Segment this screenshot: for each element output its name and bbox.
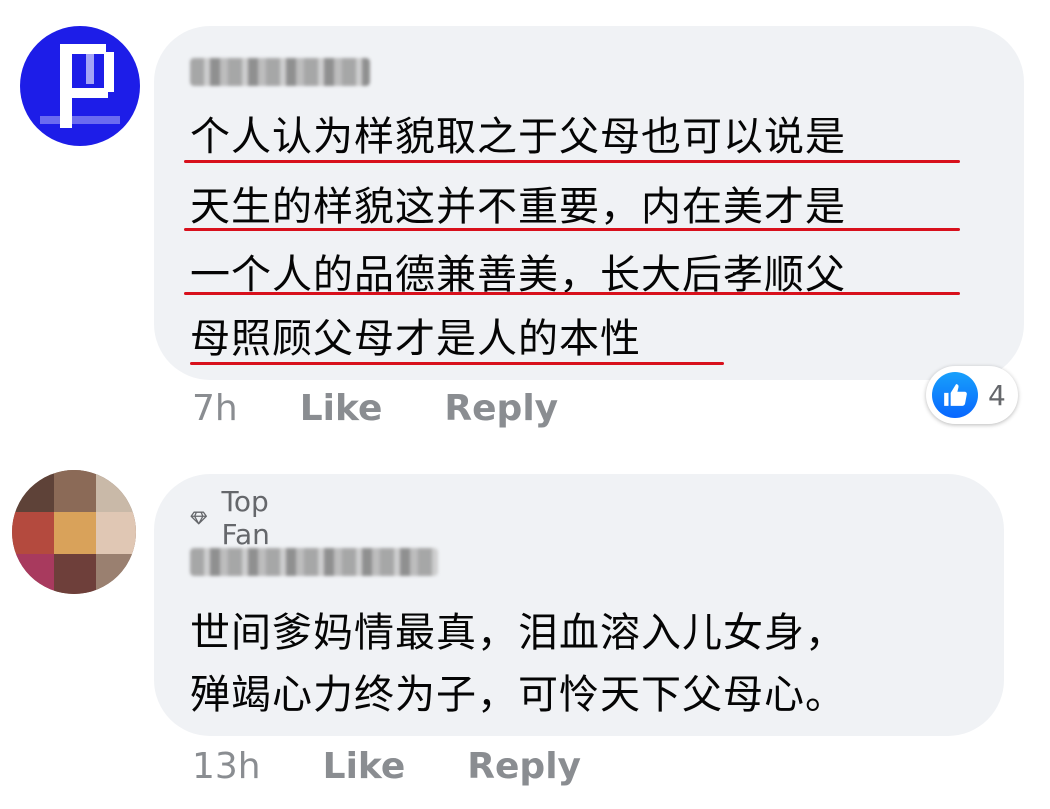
avatar-mosaic (12, 512, 54, 554)
avatar-mosaic (96, 470, 136, 512)
comment-line: 个人认为样貌取之于父母也可以说是 (190, 114, 846, 160)
avatar-mosaic (12, 554, 54, 594)
author-name-blurred[interactable] (190, 548, 438, 576)
underline-mark (184, 228, 960, 231)
avatar-mosaic (40, 116, 120, 124)
thumbs-up-icon (932, 372, 978, 418)
comment-actions: 13h Like Reply (192, 746, 581, 787)
avatar-mosaic (54, 512, 96, 554)
avatar-mosaic (54, 470, 96, 512)
timestamp[interactable]: 13h (192, 746, 261, 787)
avatar-mosaic (96, 554, 136, 594)
author-name-blurred[interactable] (190, 58, 370, 86)
avatar-mosaic (96, 512, 136, 554)
comment-line: 天生的样貌这并不重要，内在美才是 (190, 184, 846, 230)
like-link[interactable]: Like (323, 746, 406, 787)
comment-line: 母照顾父母才是人的本性 (190, 316, 641, 362)
avatar[interactable] (20, 26, 140, 146)
reply-link[interactable]: Reply (467, 746, 581, 787)
underline-mark (190, 362, 724, 365)
avatar-mosaic (72, 88, 108, 98)
avatar-mosaic (72, 44, 106, 54)
comment-line: 殚竭心力终为子，可怜天下父母心。 (190, 672, 846, 718)
top-fan-label: Top Fan (221, 485, 270, 551)
avatar-mosaic (86, 54, 94, 84)
diamond-icon (190, 511, 207, 525)
like-link[interactable]: Like (300, 388, 383, 429)
reaction-count: 4 (988, 378, 1006, 412)
reply-link[interactable]: Reply (444, 388, 558, 429)
avatar-mosaic (12, 470, 54, 512)
top-fan-badge: Top Fan (190, 485, 282, 551)
underline-mark (184, 160, 960, 163)
underline-mark (184, 292, 960, 295)
comment-actions: 7h Like Reply (192, 388, 558, 429)
reaction-badge[interactable]: 4 (926, 366, 1018, 424)
timestamp[interactable]: 7h (192, 388, 238, 429)
comment-line: 世间爹妈情最真，泪血溶入儿女身， (190, 610, 846, 656)
avatar-mosaic (54, 554, 96, 594)
avatar[interactable] (12, 470, 136, 594)
avatar-mosaic (104, 52, 114, 92)
